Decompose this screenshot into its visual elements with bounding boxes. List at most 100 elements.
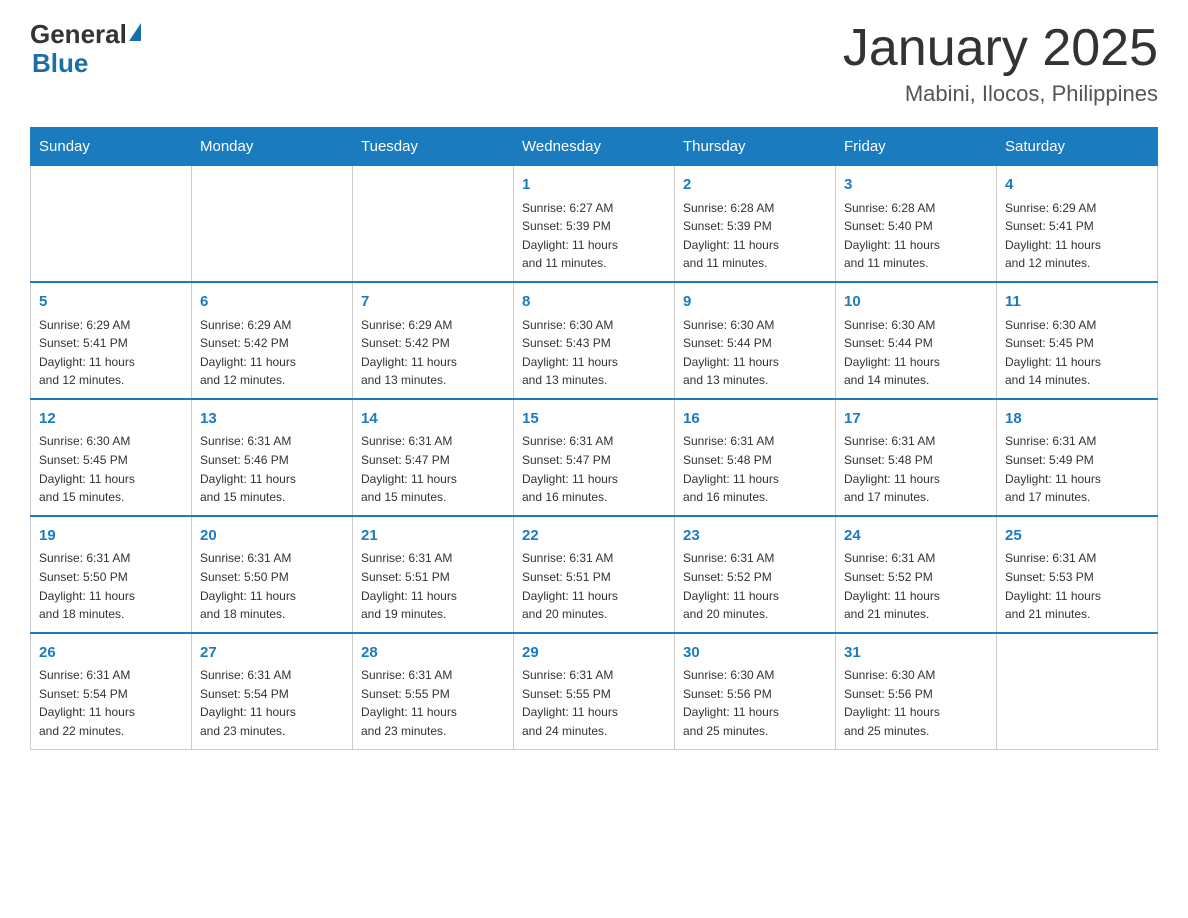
calendar-week-row: 19Sunrise: 6:31 AMSunset: 5:50 PMDayligh…	[31, 516, 1158, 633]
calendar-cell: 16Sunrise: 6:31 AMSunset: 5:48 PMDayligh…	[675, 399, 836, 516]
calendar-cell: 17Sunrise: 6:31 AMSunset: 5:48 PMDayligh…	[836, 399, 997, 516]
day-number: 30	[683, 642, 827, 665]
day-number: 5	[39, 291, 183, 314]
day-info: Sunrise: 6:31 AMSunset: 5:52 PMDaylight:…	[844, 549, 988, 623]
day-number: 11	[1005, 291, 1149, 314]
day-number: 14	[361, 408, 505, 431]
day-number: 13	[200, 408, 344, 431]
page-header: General Blue January 2025 Mabini, Ilocos…	[30, 20, 1158, 107]
day-info: Sunrise: 6:31 AMSunset: 5:51 PMDaylight:…	[361, 549, 505, 623]
day-number: 8	[522, 291, 666, 314]
calendar-cell	[997, 633, 1158, 749]
day-info: Sunrise: 6:31 AMSunset: 5:50 PMDaylight:…	[39, 549, 183, 623]
day-number: 9	[683, 291, 827, 314]
day-info: Sunrise: 6:30 AMSunset: 5:45 PMDaylight:…	[1005, 316, 1149, 390]
day-info: Sunrise: 6:30 AMSunset: 5:45 PMDaylight:…	[39, 432, 183, 506]
calendar-header-friday: Friday	[836, 128, 997, 166]
day-number: 17	[844, 408, 988, 431]
calendar-cell: 3Sunrise: 6:28 AMSunset: 5:40 PMDaylight…	[836, 166, 997, 282]
calendar-cell: 2Sunrise: 6:28 AMSunset: 5:39 PMDaylight…	[675, 166, 836, 282]
calendar-cell: 29Sunrise: 6:31 AMSunset: 5:55 PMDayligh…	[514, 633, 675, 749]
day-number: 12	[39, 408, 183, 431]
calendar-header-row: SundayMondayTuesdayWednesdayThursdayFrid…	[31, 128, 1158, 166]
day-number: 2	[683, 174, 827, 197]
day-info: Sunrise: 6:31 AMSunset: 5:48 PMDaylight:…	[844, 432, 988, 506]
day-number: 18	[1005, 408, 1149, 431]
calendar-cell: 24Sunrise: 6:31 AMSunset: 5:52 PMDayligh…	[836, 516, 997, 633]
day-number: 25	[1005, 525, 1149, 548]
calendar-cell: 26Sunrise: 6:31 AMSunset: 5:54 PMDayligh…	[31, 633, 192, 749]
calendar-header-saturday: Saturday	[997, 128, 1158, 166]
calendar-header-tuesday: Tuesday	[353, 128, 514, 166]
calendar-cell: 11Sunrise: 6:30 AMSunset: 5:45 PMDayligh…	[997, 282, 1158, 399]
calendar-cell	[31, 166, 192, 282]
calendar-cell: 20Sunrise: 6:31 AMSunset: 5:50 PMDayligh…	[192, 516, 353, 633]
calendar-table: SundayMondayTuesdayWednesdayThursdayFrid…	[30, 127, 1158, 749]
logo-line2: Blue	[32, 49, 88, 78]
day-info: Sunrise: 6:30 AMSunset: 5:56 PMDaylight:…	[683, 666, 827, 740]
calendar-cell: 31Sunrise: 6:30 AMSunset: 5:56 PMDayligh…	[836, 633, 997, 749]
calendar-cell	[192, 166, 353, 282]
calendar-cell: 18Sunrise: 6:31 AMSunset: 5:49 PMDayligh…	[997, 399, 1158, 516]
calendar-header-thursday: Thursday	[675, 128, 836, 166]
day-number: 24	[844, 525, 988, 548]
day-info: Sunrise: 6:29 AMSunset: 5:42 PMDaylight:…	[200, 316, 344, 390]
logo-general-text: General	[30, 20, 127, 49]
day-number: 7	[361, 291, 505, 314]
day-info: Sunrise: 6:31 AMSunset: 5:47 PMDaylight:…	[522, 432, 666, 506]
calendar-cell	[353, 166, 514, 282]
day-number: 21	[361, 525, 505, 548]
day-info: Sunrise: 6:31 AMSunset: 5:52 PMDaylight:…	[683, 549, 827, 623]
calendar-cell: 9Sunrise: 6:30 AMSunset: 5:44 PMDaylight…	[675, 282, 836, 399]
calendar-cell: 14Sunrise: 6:31 AMSunset: 5:47 PMDayligh…	[353, 399, 514, 516]
day-info: Sunrise: 6:31 AMSunset: 5:54 PMDaylight:…	[200, 666, 344, 740]
calendar-cell: 25Sunrise: 6:31 AMSunset: 5:53 PMDayligh…	[997, 516, 1158, 633]
day-info: Sunrise: 6:31 AMSunset: 5:54 PMDaylight:…	[39, 666, 183, 740]
month-title: January 2025	[843, 20, 1158, 77]
day-number: 22	[522, 525, 666, 548]
day-info: Sunrise: 6:30 AMSunset: 5:43 PMDaylight:…	[522, 316, 666, 390]
day-number: 31	[844, 642, 988, 665]
day-info: Sunrise: 6:29 AMSunset: 5:41 PMDaylight:…	[1005, 199, 1149, 273]
calendar-cell: 4Sunrise: 6:29 AMSunset: 5:41 PMDaylight…	[997, 166, 1158, 282]
day-info: Sunrise: 6:29 AMSunset: 5:42 PMDaylight:…	[361, 316, 505, 390]
day-info: Sunrise: 6:31 AMSunset: 5:53 PMDaylight:…	[1005, 549, 1149, 623]
calendar-header-monday: Monday	[192, 128, 353, 166]
calendar-cell: 12Sunrise: 6:30 AMSunset: 5:45 PMDayligh…	[31, 399, 192, 516]
day-number: 20	[200, 525, 344, 548]
calendar-cell: 15Sunrise: 6:31 AMSunset: 5:47 PMDayligh…	[514, 399, 675, 516]
title-section: January 2025 Mabini, Ilocos, Philippines	[843, 20, 1158, 107]
day-number: 6	[200, 291, 344, 314]
calendar-cell: 23Sunrise: 6:31 AMSunset: 5:52 PMDayligh…	[675, 516, 836, 633]
calendar-cell: 22Sunrise: 6:31 AMSunset: 5:51 PMDayligh…	[514, 516, 675, 633]
day-number: 15	[522, 408, 666, 431]
day-info: Sunrise: 6:31 AMSunset: 5:50 PMDaylight:…	[200, 549, 344, 623]
logo-line1: General	[30, 20, 145, 49]
logo-triangle-icon	[129, 23, 141, 41]
calendar-cell: 19Sunrise: 6:31 AMSunset: 5:50 PMDayligh…	[31, 516, 192, 633]
calendar-cell: 28Sunrise: 6:31 AMSunset: 5:55 PMDayligh…	[353, 633, 514, 749]
day-info: Sunrise: 6:31 AMSunset: 5:55 PMDaylight:…	[361, 666, 505, 740]
calendar-week-row: 12Sunrise: 6:30 AMSunset: 5:45 PMDayligh…	[31, 399, 1158, 516]
day-info: Sunrise: 6:31 AMSunset: 5:46 PMDaylight:…	[200, 432, 344, 506]
calendar-cell: 10Sunrise: 6:30 AMSunset: 5:44 PMDayligh…	[836, 282, 997, 399]
day-number: 29	[522, 642, 666, 665]
day-number: 16	[683, 408, 827, 431]
day-info: Sunrise: 6:31 AMSunset: 5:55 PMDaylight:…	[522, 666, 666, 740]
logo: General Blue	[30, 20, 145, 77]
day-info: Sunrise: 6:31 AMSunset: 5:51 PMDaylight:…	[522, 549, 666, 623]
day-info: Sunrise: 6:27 AMSunset: 5:39 PMDaylight:…	[522, 199, 666, 273]
day-info: Sunrise: 6:30 AMSunset: 5:56 PMDaylight:…	[844, 666, 988, 740]
day-number: 28	[361, 642, 505, 665]
day-number: 19	[39, 525, 183, 548]
calendar-week-row: 5Sunrise: 6:29 AMSunset: 5:41 PMDaylight…	[31, 282, 1158, 399]
day-number: 1	[522, 174, 666, 197]
calendar-cell: 27Sunrise: 6:31 AMSunset: 5:54 PMDayligh…	[192, 633, 353, 749]
day-info: Sunrise: 6:28 AMSunset: 5:39 PMDaylight:…	[683, 199, 827, 273]
day-info: Sunrise: 6:31 AMSunset: 5:48 PMDaylight:…	[683, 432, 827, 506]
calendar-header-sunday: Sunday	[31, 128, 192, 166]
calendar-cell: 7Sunrise: 6:29 AMSunset: 5:42 PMDaylight…	[353, 282, 514, 399]
day-info: Sunrise: 6:31 AMSunset: 5:49 PMDaylight:…	[1005, 432, 1149, 506]
day-info: Sunrise: 6:28 AMSunset: 5:40 PMDaylight:…	[844, 199, 988, 273]
calendar-week-row: 26Sunrise: 6:31 AMSunset: 5:54 PMDayligh…	[31, 633, 1158, 749]
